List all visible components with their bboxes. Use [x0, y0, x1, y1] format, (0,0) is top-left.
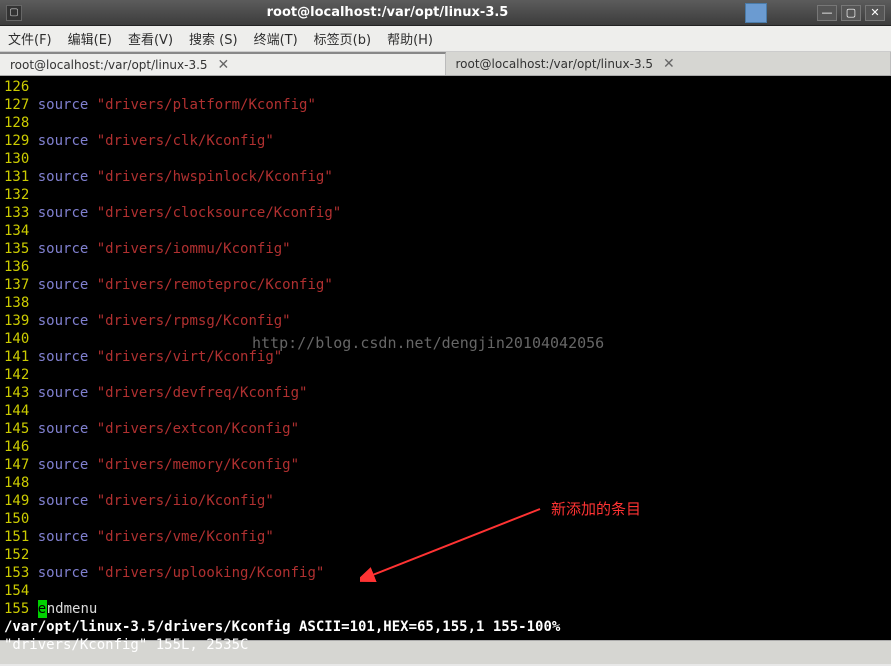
editor-last-line: 155 endmenu: [4, 600, 887, 618]
tab-1-label: root@localhost:/var/opt/linux-3.5: [10, 58, 208, 72]
editor-line: 148: [4, 474, 887, 492]
window-title: root@localhost:/var/opt/linux-3.5: [30, 5, 745, 20]
terminal-icon: ▢: [6, 5, 22, 21]
editor-line: 153 source "drivers/uplooking/Kconfig": [4, 564, 887, 582]
editor-line: 126: [4, 78, 887, 96]
close-button[interactable]: ✕: [865, 5, 885, 21]
menu-edit[interactable]: 编辑(E): [68, 29, 112, 48]
editor-line: 137 source "drivers/remoteproc/Kconfig": [4, 276, 887, 294]
menu-view[interactable]: 查看(V): [128, 29, 173, 48]
editor-line: 154: [4, 582, 887, 600]
tray-icon: [745, 3, 767, 23]
editor-line: 147 source "drivers/memory/Kconfig": [4, 456, 887, 474]
maximize-button[interactable]: ▢: [841, 5, 861, 21]
editor-line: 133 source "drivers/clocksource/Kconfig": [4, 204, 887, 222]
terminal-viewport[interactable]: 126127 source "drivers/platform/Kconfig"…: [0, 76, 891, 640]
tab-2[interactable]: root@localhost:/var/opt/linux-3.5 ✕: [446, 52, 891, 75]
editor-line: 141 source "drivers/virt/Kconfig": [4, 348, 887, 366]
tab-2-label: root@localhost:/var/opt/linux-3.5: [456, 57, 654, 71]
editor-line: 136: [4, 258, 887, 276]
editor-line: 138: [4, 294, 887, 312]
editor-line: 139 source "drivers/rpmsg/Kconfig": [4, 312, 887, 330]
editor-line: 150: [4, 510, 887, 528]
editor-line: 145 source "drivers/extcon/Kconfig": [4, 420, 887, 438]
editor-line: 135 source "drivers/iommu/Kconfig": [4, 240, 887, 258]
menu-help[interactable]: 帮助(H): [387, 29, 433, 48]
menu-file[interactable]: 文件(F): [8, 29, 52, 48]
editor-line: 134: [4, 222, 887, 240]
editor-line: 149 source "drivers/iio/Kconfig": [4, 492, 887, 510]
editor-line: 140: [4, 330, 887, 348]
editor-line: 151 source "drivers/vme/Kconfig": [4, 528, 887, 546]
editor-line: 130: [4, 150, 887, 168]
editor-line: 142: [4, 366, 887, 384]
window-titlebar: ▢ root@localhost:/var/opt/linux-3.5 — ▢ …: [0, 0, 891, 26]
editor-line: 131 source "drivers/hwspinlock/Kconfig": [4, 168, 887, 186]
editor-line: 152: [4, 546, 887, 564]
editor-line: 127 source "drivers/platform/Kconfig": [4, 96, 887, 114]
tab-1[interactable]: root@localhost:/var/opt/linux-3.5 ✕: [0, 52, 446, 75]
tab-1-close-icon[interactable]: ✕: [218, 57, 230, 73]
menu-tabs[interactable]: 标签页(b): [314, 29, 371, 48]
editor-content: 126127 source "drivers/platform/Kconfig"…: [4, 78, 887, 600]
editor-line: 132: [4, 186, 887, 204]
editor-line: 143 source "drivers/devfreq/Kconfig": [4, 384, 887, 402]
tab-2-close-icon[interactable]: ✕: [663, 56, 675, 72]
vim-status-line: /var/opt/linux-3.5/drivers/Kconfig ASCII…: [4, 618, 887, 636]
minimize-button[interactable]: —: [817, 5, 837, 21]
menu-terminal[interactable]: 终端(T): [254, 29, 298, 48]
editor-line: 129 source "drivers/clk/Kconfig": [4, 132, 887, 150]
menubar: 文件(F) 编辑(E) 查看(V) 搜索 (S) 终端(T) 标签页(b) 帮助…: [0, 26, 891, 52]
editor-line: 144: [4, 402, 887, 420]
editor-line: 128: [4, 114, 887, 132]
tab-bar: root@localhost:/var/opt/linux-3.5 ✕ root…: [0, 52, 891, 76]
vim-info-line: "drivers/Kconfig" 155L, 2535C: [4, 636, 887, 654]
menu-search[interactable]: 搜索 (S): [189, 29, 238, 48]
cursor: e: [38, 600, 47, 618]
editor-line: 146: [4, 438, 887, 456]
